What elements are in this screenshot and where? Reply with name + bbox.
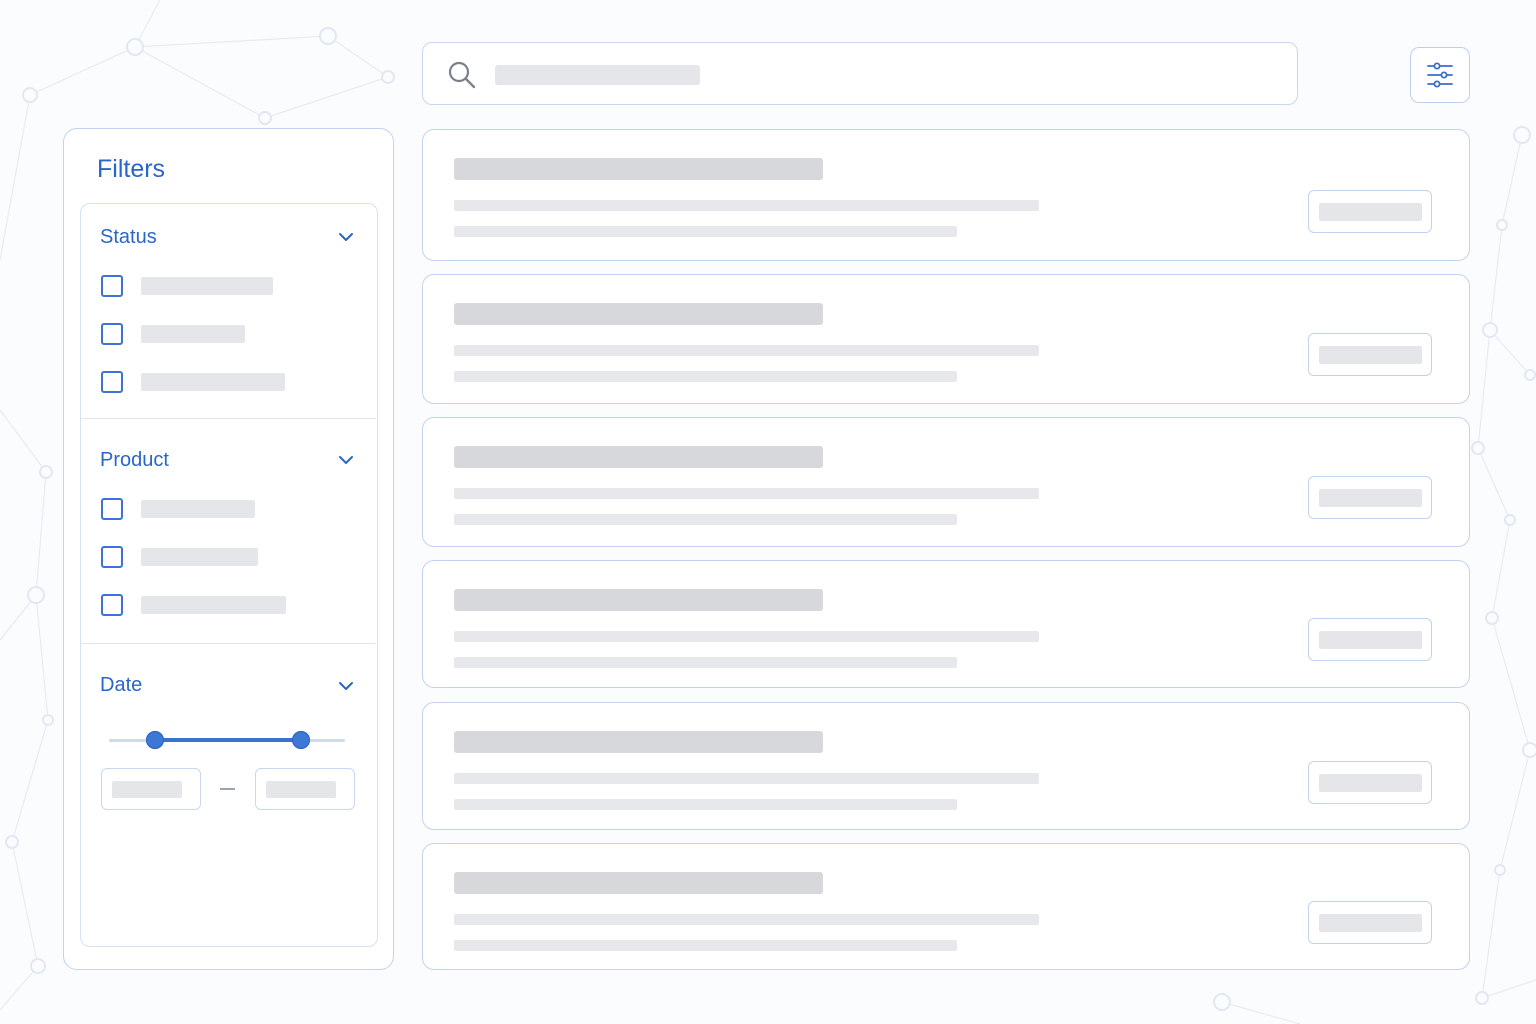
card-line-skeleton [454,226,957,237]
result-card[interactable] [422,702,1470,830]
card-title-skeleton [454,446,823,468]
card-action-button[interactable] [1308,901,1432,944]
result-card[interactable] [422,274,1470,404]
date-section-header[interactable]: Date [100,674,142,697]
search-icon [448,61,476,89]
card-action-button[interactable] [1308,761,1432,804]
search-placeholder-skeleton [495,65,700,85]
chevron-down-icon[interactable] [337,228,355,246]
card-title-skeleton [454,731,823,753]
date-to-input[interactable] [255,768,355,810]
card-title-skeleton [454,158,823,180]
status-option-3-label [141,373,285,391]
result-card[interactable] [422,417,1470,547]
card-action-button[interactable] [1308,333,1432,376]
card-action-button[interactable] [1308,190,1432,233]
section-divider [81,643,376,644]
card-line-skeleton [454,371,957,382]
status-option-1-checkbox[interactable] [101,275,123,297]
card-line-skeleton [454,914,1039,925]
date-range-slider-fill [154,738,301,742]
date-range-start-handle[interactable] [146,731,164,749]
card-action-button[interactable] [1308,476,1432,519]
status-option-3-checkbox[interactable] [101,371,123,393]
card-line-skeleton [454,773,1039,784]
status-section-header[interactable]: Status [100,226,157,249]
card-action-button[interactable] [1308,618,1432,661]
sliders-icon [1427,62,1453,88]
card-line-skeleton [454,657,957,668]
chevron-down-icon[interactable] [337,451,355,469]
card-line-skeleton [454,940,957,951]
product-option-1-label [141,500,255,518]
date-range-separator [220,788,235,790]
card-title-skeleton [454,872,823,894]
card-line-skeleton [454,631,1039,642]
card-title-skeleton [454,589,823,611]
status-option-2-label [141,325,245,343]
product-section-header[interactable]: Product [100,449,169,472]
card-line-skeleton [454,799,957,810]
card-line-skeleton [454,200,1039,211]
filters-panel: Filters Status Product Date [63,128,394,970]
product-option-2-label [141,548,258,566]
product-option-3-label [141,596,286,614]
product-option-2-checkbox[interactable] [101,546,123,568]
result-card[interactable] [422,129,1470,261]
search-input[interactable] [422,42,1298,105]
section-divider [81,418,376,419]
status-option-2-checkbox[interactable] [101,323,123,345]
status-option-1-label [141,277,273,295]
card-title-skeleton [454,303,823,325]
filters-sections: Status Product Date [80,203,378,947]
date-from-input[interactable] [101,768,201,810]
product-option-1-checkbox[interactable] [101,498,123,520]
card-line-skeleton [454,514,957,525]
filters-title: Filters [97,155,166,183]
card-line-skeleton [454,488,1039,499]
card-line-skeleton [454,345,1039,356]
filter-settings-button[interactable] [1410,47,1470,103]
product-option-3-checkbox[interactable] [101,594,123,616]
date-range-end-handle[interactable] [292,731,310,749]
chevron-down-icon[interactable] [337,677,355,695]
result-card[interactable] [422,843,1470,970]
result-card[interactable] [422,560,1470,688]
